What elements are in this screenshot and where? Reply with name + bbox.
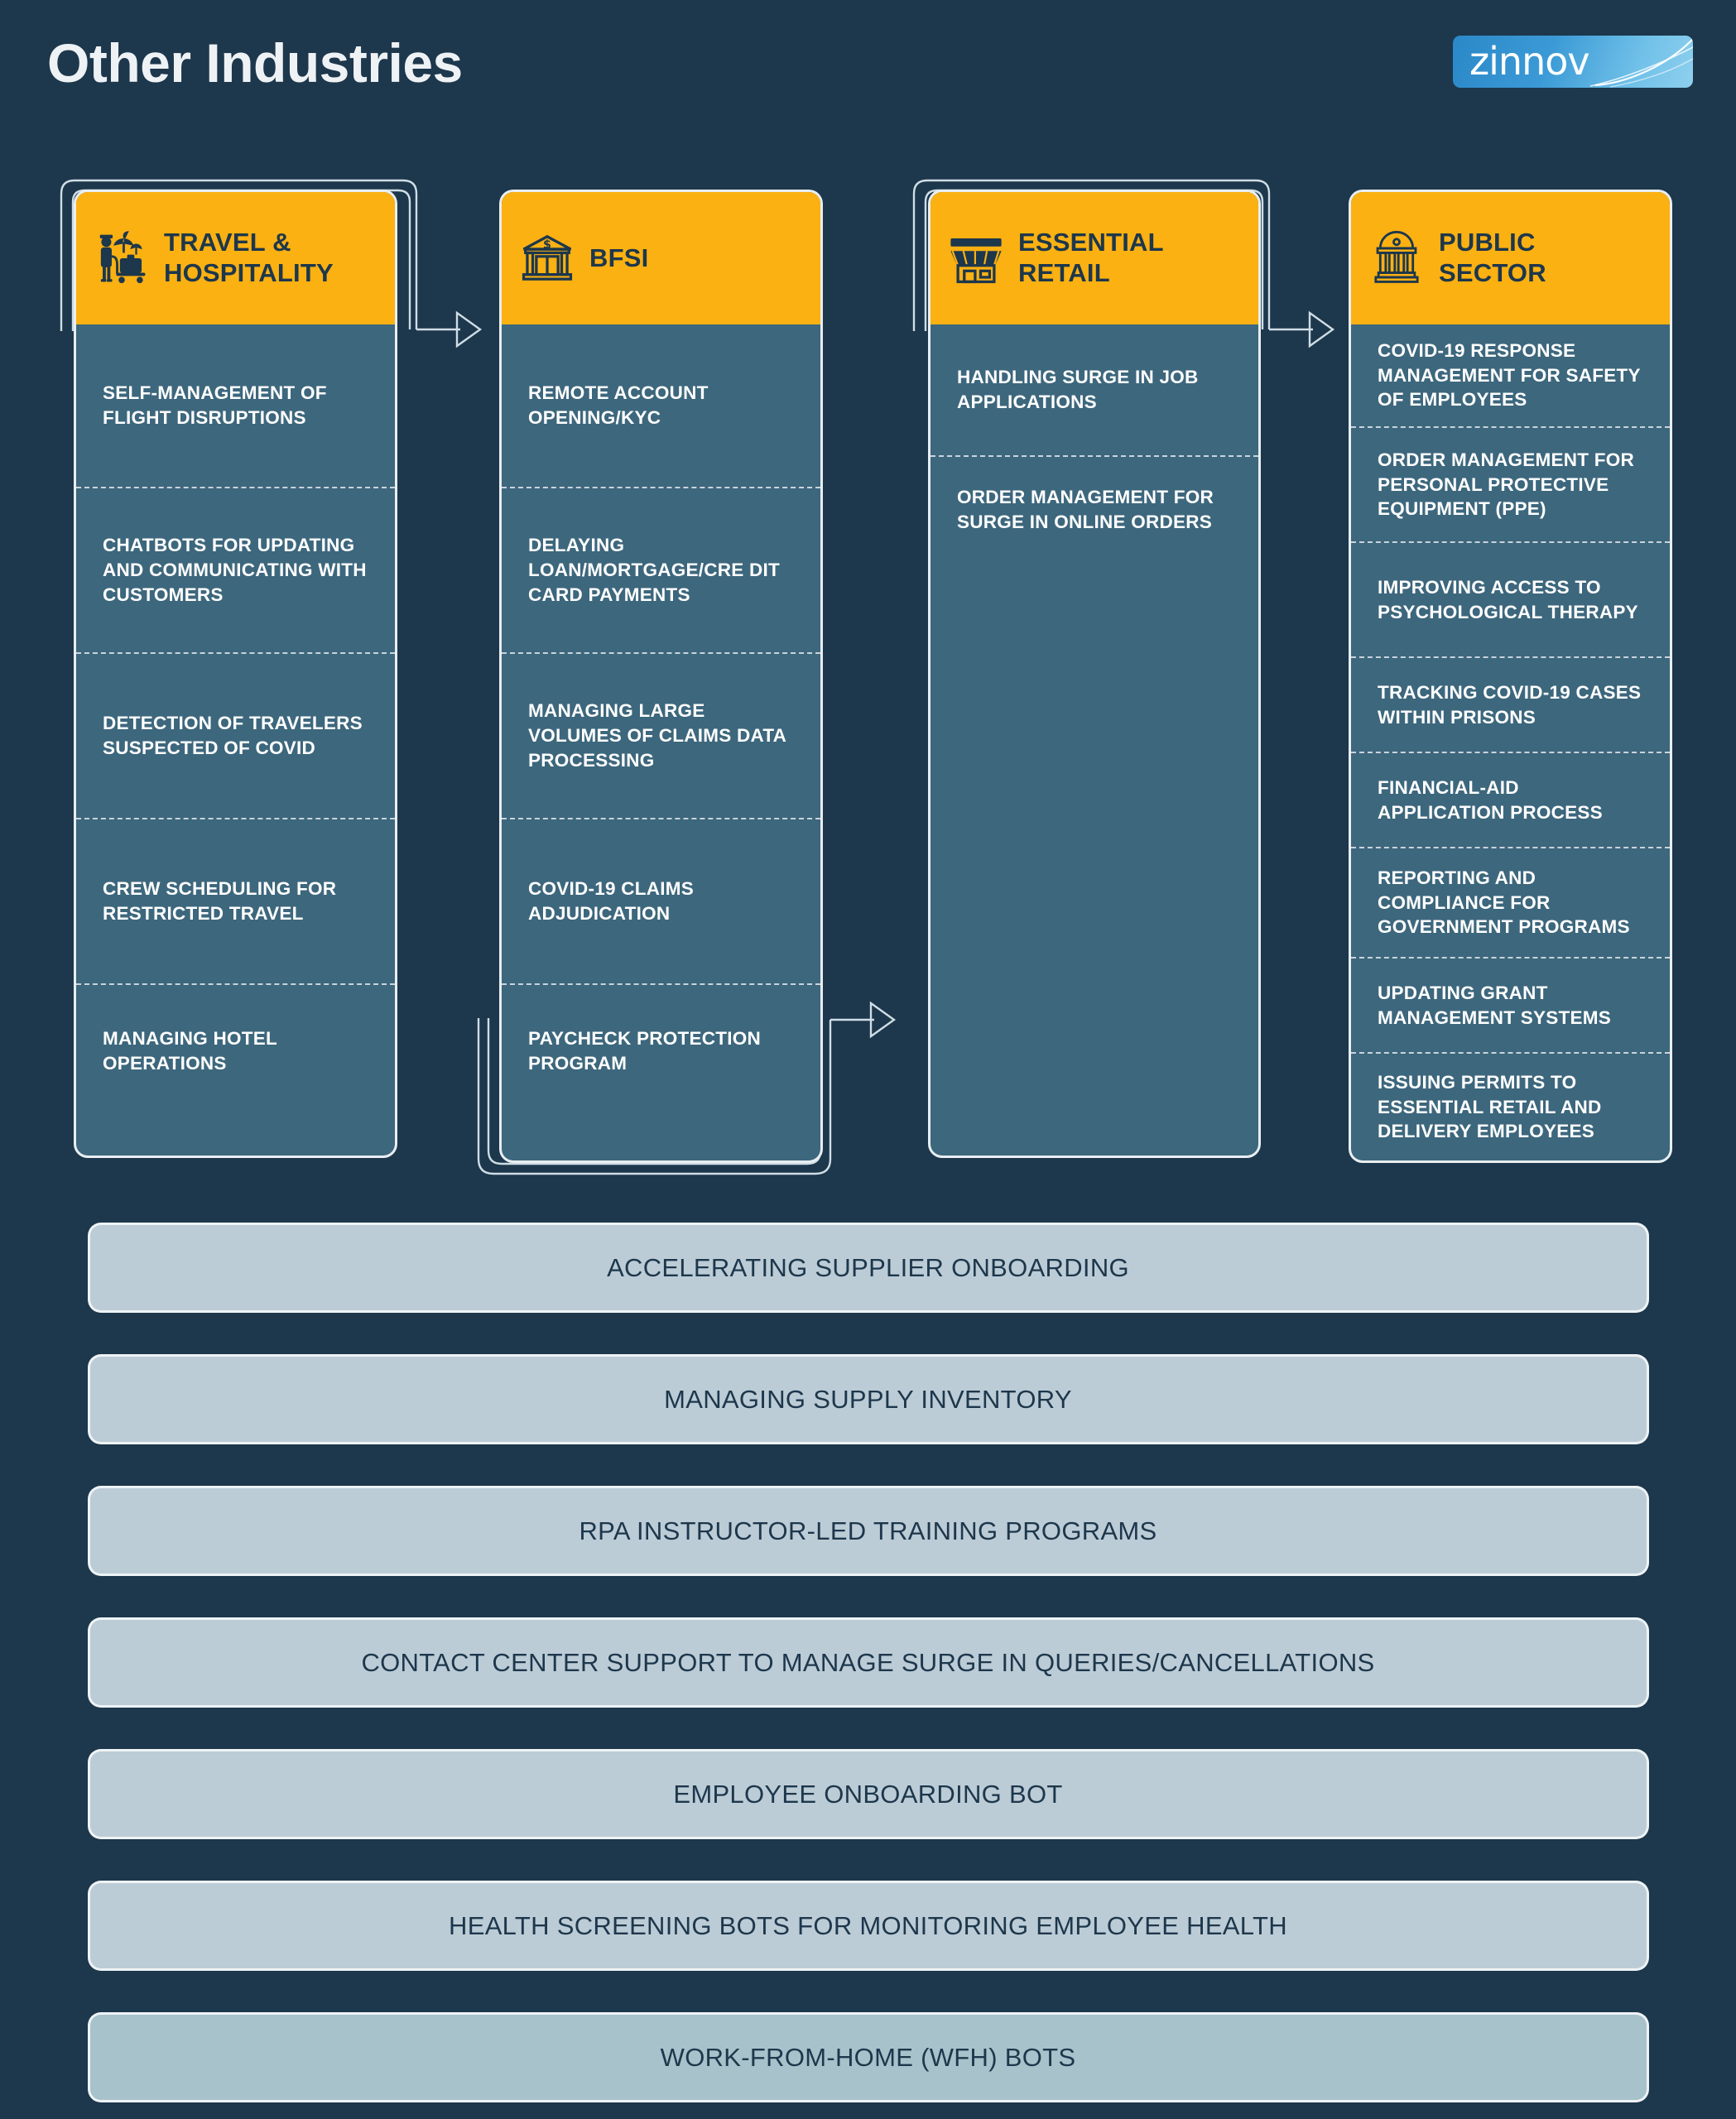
- list-item[interactable]: FINANCIAL-AID APPLICATION PROCESS: [1351, 753, 1670, 848]
- bar-label: WORK-FROM-HOME (WFH) BOTS: [660, 2042, 1076, 2072]
- card-title-bfsi: BFSI: [589, 243, 648, 274]
- card-header-bfsi: $ BFSI: [502, 192, 820, 324]
- cross-industry-bars: ACCELERATING SUPPLIER ONBOARDING MANAGIN…: [0, 1225, 1736, 2100]
- card-title-line: ESSENTIAL: [1018, 228, 1164, 257]
- bar-label: HEALTH SCREENING BOTS FOR MONITORING EMP…: [449, 1910, 1287, 1940]
- list-item[interactable]: ISSUING PERMITS TO ESSENTIAL RETAIL AND …: [1351, 1054, 1670, 1160]
- industry-flow-diagram: TRAVEL & HOSPITALITY SELF-MANAGEMENT OF …: [0, 0, 1736, 1200]
- list-item[interactable]: IMPROVING ACCESS TO PSYCHOLOGICAL THERAP…: [1351, 543, 1670, 658]
- bar-rpa-instructor-led-training[interactable]: RPA INSTRUCTOR-LED TRAINING PROGRAMS: [89, 1488, 1647, 1574]
- bar-label: CONTACT CENTER SUPPORT TO MANAGE SURGE I…: [361, 1647, 1375, 1677]
- slide-canvas: Other Industries zinnov TRAVEL & HOSPITA…: [0, 0, 1736, 2119]
- card-body-essential-retail: HANDLING SURGE IN JOB APPLICATIONS ORDER…: [931, 324, 1258, 647]
- card-travel-hospitality[interactable]: TRAVEL & HOSPITALITY SELF-MANAGEMENT OF …: [76, 192, 395, 1156]
- list-item[interactable]: CHATBOTS FOR UPDATING AND COMMUNICATING …: [76, 488, 395, 654]
- government-building-icon: [1374, 230, 1419, 283]
- list-item[interactable]: SELF-MANAGEMENT OF FLIGHT DISRUPTIONS: [76, 324, 395, 488]
- list-item[interactable]: COVID-19 RESPONSE MANAGEMENT FOR SAFETY …: [1351, 324, 1670, 428]
- card-public-sector[interactable]: PUBLIC SECTOR COVID-19 RESPONSE MANAGEME…: [1351, 192, 1670, 1160]
- bar-health-screening-bots[interactable]: HEALTH SCREENING BOTS FOR MONITORING EMP…: [89, 1883, 1647, 1968]
- bar-contact-center-support[interactable]: CONTACT CENTER SUPPORT TO MANAGE SURGE I…: [89, 1620, 1647, 1705]
- list-item[interactable]: CREW SCHEDULING FOR RESTRICTED TRAVEL: [76, 819, 395, 985]
- card-title-line: HOSPITALITY: [164, 258, 334, 287]
- list-item[interactable]: PAYCHECK PROTECTION PROGRAM: [502, 985, 820, 1160]
- card-title-public-sector: PUBLIC SECTOR: [1439, 228, 1546, 288]
- list-item[interactable]: ORDER MANAGEMENT FOR PERSONAL PROTECTIVE…: [1351, 428, 1670, 543]
- card-body-public-sector: COVID-19 RESPONSE MANAGEMENT FOR SAFETY …: [1351, 324, 1670, 1160]
- card-title-line: RETAIL: [1018, 258, 1110, 287]
- list-item[interactable]: MANAGING HOTEL OPERATIONS: [76, 985, 395, 1156]
- card-header-public-sector: PUBLIC SECTOR: [1351, 192, 1670, 324]
- list-item[interactable]: DELAYING LOAN/MORTGAGE/CRE DIT CARD PAYM…: [502, 488, 820, 654]
- list-item[interactable]: TRACKING COVID-19 CASES WITHIN PRISONS: [1351, 658, 1670, 753]
- card-title-line: TRAVEL &: [164, 228, 291, 257]
- list-item[interactable]: REMOTE ACCOUNT OPENING/KYC: [502, 324, 820, 488]
- bar-accelerating-supplier-onboarding[interactable]: ACCELERATING SUPPLIER ONBOARDING: [89, 1225, 1647, 1310]
- card-header-travel-hospitality: TRAVEL & HOSPITALITY: [76, 192, 395, 324]
- list-item[interactable]: DETECTION OF TRAVELERS SUSPECTED OF COVI…: [76, 654, 395, 819]
- svg-text:$: $: [543, 238, 551, 252]
- bar-label: EMPLOYEE ONBOARDING BOT: [673, 1779, 1063, 1809]
- bar-label: RPA INSTRUCTOR-LED TRAINING PROGRAMS: [579, 1516, 1157, 1545]
- storefront-icon: [950, 238, 1002, 284]
- card-header-essential-retail: ESSENTIAL RETAIL: [931, 192, 1258, 324]
- bar-work-from-home-bots[interactable]: WORK-FROM-HOME (WFH) BOTS: [89, 2015, 1647, 2100]
- bank-dollar-icon: $: [522, 234, 573, 281]
- list-item[interactable]: COVID-19 CLAIMS ADJUDICATION: [502, 819, 820, 985]
- card-body-bfsi: REMOTE ACCOUNT OPENING/KYC DELAYING LOAN…: [502, 324, 820, 1160]
- card-title-line: SECTOR: [1439, 258, 1546, 287]
- card-body-travel-hospitality: SELF-MANAGEMENT OF FLIGHT DISRUPTIONS CH…: [76, 324, 395, 1156]
- list-item[interactable]: HANDLING SURGE IN JOB APPLICATIONS: [931, 324, 1258, 457]
- card-title-travel-hospitality: TRAVEL & HOSPITALITY: [164, 228, 334, 288]
- bar-managing-supply-inventory[interactable]: MANAGING SUPPLY INVENTORY: [89, 1357, 1647, 1442]
- card-title-line: PUBLIC: [1439, 228, 1536, 257]
- list-item[interactable]: MANAGING LARGE VOLUMES OF CLAIMS DATA PR…: [502, 654, 820, 819]
- list-item[interactable]: ORDER MANAGEMENT FOR SURGE IN ONLINE ORD…: [931, 457, 1258, 647]
- bar-label: MANAGING SUPPLY INVENTORY: [664, 1384, 1072, 1414]
- card-title-line: BFSI: [589, 243, 649, 272]
- list-item[interactable]: REPORTING AND COMPLIANCE FOR GOVERNMENT …: [1351, 848, 1670, 959]
- card-title-essential-retail: ESSENTIAL RETAIL: [1018, 228, 1164, 288]
- list-item[interactable]: UPDATING GRANT MANAGEMENT SYSTEMS: [1351, 959, 1670, 1054]
- card-essential-retail[interactable]: ESSENTIAL RETAIL HANDLING SURGE IN JOB A…: [931, 192, 1258, 1156]
- bar-label: ACCELERATING SUPPLIER ONBOARDING: [607, 1252, 1129, 1282]
- card-bfsi[interactable]: $ BFSI REMOTE ACCOUNT OPENING/KYC DELAYI…: [502, 192, 820, 1160]
- bellhop-palm-luggage-icon: [99, 231, 146, 284]
- bar-employee-onboarding-bot[interactable]: EMPLOYEE ONBOARDING BOT: [89, 1751, 1647, 1837]
